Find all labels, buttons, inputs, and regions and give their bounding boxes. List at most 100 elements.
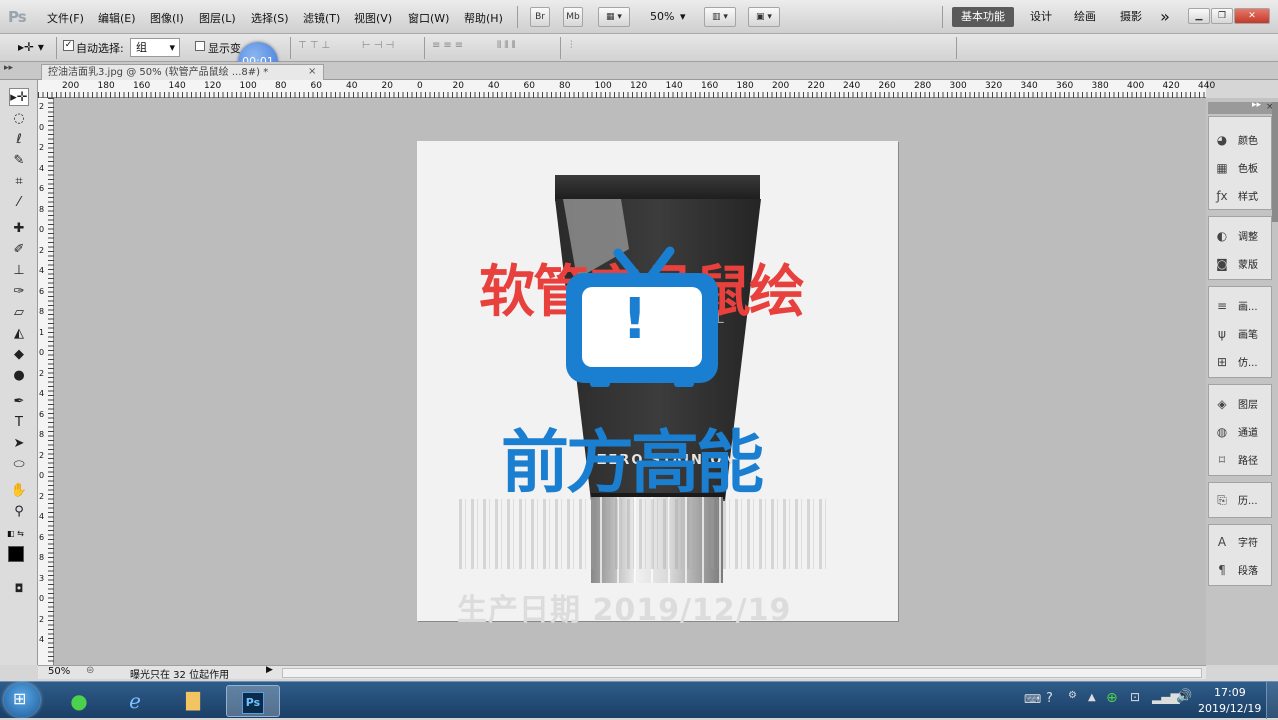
align-top-icons[interactable]: ⊤⊤⊥ [298, 40, 333, 51]
path-select-tool-icon[interactable]: ➤ [9, 435, 29, 453]
tray-app-icon[interactable]: ⊡ [1130, 690, 1140, 704]
panel-item-clone-source[interactable]: ⊞ 仿... [1212, 350, 1258, 374]
dodge-tool-icon[interactable]: ● [9, 367, 29, 385]
tray-settings-icon[interactable]: ⚙ [1068, 690, 1077, 701]
foreground-color-swatch[interactable] [8, 546, 24, 562]
workspace-painting[interactable]: 绘画 [1068, 7, 1102, 27]
zoom-dropdown-icon[interactable]: ▾ [680, 10, 686, 23]
view-extras-button[interactable]: ▦ ▾ [598, 7, 630, 27]
clock-time[interactable]: 17:09 [1214, 686, 1246, 699]
ruler-h-label: 100 [239, 81, 257, 91]
healing-brush-tool-icon[interactable]: ✚ [9, 220, 29, 238]
menu-file[interactable]: 文件(F) [47, 10, 84, 26]
panel-item-styles[interactable]: ƒx 样式 [1212, 184, 1258, 208]
clock-date[interactable]: 2019/12/19 [1198, 702, 1261, 715]
show-transform-checkbox[interactable] [195, 41, 205, 51]
auto-align-icon[interactable]: ⫶ [570, 40, 576, 51]
menu-filter[interactable]: 滤镜(T) [303, 10, 340, 26]
panel-item-label: 画笔 [1238, 330, 1258, 341]
hand-tool-icon[interactable]: ✋ [9, 482, 29, 500]
zoom-tool-icon[interactable]: ⚲ [9, 503, 29, 521]
workspace-photography[interactable]: 摄影 [1114, 7, 1148, 27]
start-button[interactable]: ⊞ [4, 683, 40, 717]
volume-icon[interactable]: 🔊 [1176, 689, 1192, 704]
menu-edit[interactable]: 编辑(E) [98, 10, 136, 26]
restore-button[interactable]: ❐ [1211, 8, 1233, 24]
panel-item-adjust[interactable]: ◐ 调整 [1212, 224, 1258, 248]
zoom-level[interactable]: 50% [650, 10, 674, 23]
marquee-tool-icon[interactable]: ◌ [9, 110, 29, 128]
brush-tool-icon[interactable]: ✐ [9, 241, 29, 259]
panel-item-brush[interactable]: ψ 画笔 [1212, 322, 1258, 346]
help-tray-icon[interactable]: ? [1046, 691, 1053, 706]
status-zoom[interactable]: 50% [48, 666, 70, 677]
move-tool-icon[interactable]: ▸✛ [9, 88, 29, 106]
arrange-docs-button[interactable]: ▥ ▾ [704, 7, 736, 27]
show-hidden-icons[interactable]: ▲ [1088, 692, 1096, 703]
eraser-tool-icon[interactable]: ▱ [9, 304, 29, 322]
taskbar-ie[interactable]: ℯ [108, 685, 162, 717]
paint-bucket-tool-icon[interactable]: ◭ [9, 325, 29, 343]
panel-dock-header[interactable]: ▸▸ [1208, 100, 1272, 114]
menu-help[interactable]: 帮助(H) [464, 10, 503, 26]
taskbar-photoshop[interactable]: Ps [226, 685, 280, 717]
taskbar-explorer[interactable]: ▇ [166, 685, 220, 717]
blur-tool-icon[interactable]: ◆ [9, 346, 29, 364]
quick-select-tool-icon[interactable]: ✎ [9, 152, 29, 170]
status-menu-arrow-icon[interactable]: ▶ [266, 665, 273, 675]
workspace-essentials[interactable]: 基本功能 [952, 7, 1014, 27]
quick-mask-icon[interactable]: ◘ [9, 580, 29, 598]
minimize-button[interactable]: ▁ [1188, 8, 1210, 24]
panel-item-paragraph[interactable]: ¶ 段落 [1212, 558, 1258, 582]
panel-item-character[interactable]: A 字符 [1212, 530, 1258, 554]
panel-item-brush-preset[interactable]: ≡ 画... [1212, 294, 1258, 318]
menu-layer[interactable]: 图层(L) [199, 10, 236, 26]
pen-tool-icon[interactable]: ✒ [9, 393, 29, 411]
shape-tool-icon[interactable]: ⬭ [9, 456, 29, 474]
history-brush-tool-icon[interactable]: ✑ [9, 283, 29, 301]
horizontal-scrollbar[interactable] [282, 668, 1202, 678]
menu-view[interactable]: 视图(V) [354, 10, 392, 26]
default-colors-icon[interactable]: ◧ ⇆ [7, 529, 24, 538]
show-desktop-button[interactable] [1266, 682, 1278, 719]
panel-item-history[interactable]: ⎘ 历... [1212, 488, 1257, 512]
distribute-vertical-icons[interactable]: ≡≡≡ [432, 40, 466, 51]
panel-item-paths[interactable]: ⌑ 路径 [1212, 448, 1258, 472]
collapse-toolbox-icon[interactable]: ▸▸ [4, 63, 13, 73]
align-left-icons[interactable]: ⊢⊣⊣ [362, 40, 397, 51]
eyedropper-tool-icon[interactable]: ⁄ [9, 194, 29, 212]
menu-image[interactable]: 图像(I) [150, 10, 184, 26]
panel-item-swatches[interactable]: ▦ 色板 [1212, 156, 1258, 180]
document-tab[interactable]: 控油洁面乳3.jpg @ 50% (软管产品鼠绘 ...8#) * [41, 64, 324, 80]
distribute-horizontal-icons[interactable]: ⫴⫴⫴ [497, 40, 519, 51]
menu-window[interactable]: 窗口(W) [408, 10, 449, 26]
screen-mode-button[interactable]: ▣ ▾ [748, 7, 780, 27]
crop-tool-icon[interactable]: ⌗ [9, 173, 29, 191]
workspace-design[interactable]: 设计 [1024, 7, 1058, 27]
document-canvas[interactable]: 生产日期 2019/12/19 L ZERO STAIN ON 软管产品鼠绘 !… [417, 141, 898, 628]
stamp-tool-icon[interactable]: ⊥ [9, 262, 29, 280]
security-tray-icon[interactable]: ⊕ [1106, 690, 1118, 706]
close-tab-icon[interactable]: × [308, 66, 316, 77]
lasso-tool-icon[interactable]: ℓ [9, 131, 29, 149]
panel-scrollbar[interactable] [1272, 102, 1278, 222]
auto-select-dropdown[interactable]: 组 ▾ [130, 38, 180, 57]
collapse-panels-icon[interactable]: ▸▸ [1252, 100, 1261, 110]
menu-select[interactable]: 选择(S) [251, 10, 289, 26]
auto-select-checkbox[interactable]: ✓ [63, 40, 74, 51]
move-tool-preset-icon[interactable]: ▸✛ ▾ [18, 40, 44, 54]
bridge-button[interactable]: Br [530, 7, 550, 27]
taskbar-app-360[interactable]: ● [52, 685, 106, 717]
type-tool-icon[interactable]: T [9, 414, 29, 432]
panel-item-mask[interactable]: ◙ 蒙版 [1212, 252, 1258, 276]
panel-item-layers[interactable]: ◈ 图层 [1212, 392, 1258, 416]
more-workspaces-icon[interactable]: » [1156, 7, 1174, 27]
panel-item-label: 色板 [1238, 164, 1258, 175]
status-info-icon[interactable]: ⊜ [86, 665, 94, 676]
close-window-button[interactable]: ✕ [1234, 8, 1270, 24]
mini-bridge-button[interactable]: Mb [563, 7, 583, 27]
panel-item-palette[interactable]: ◕ 颜色 [1212, 128, 1258, 152]
channels-icon: ◍ [1216, 425, 1228, 439]
panel-item-channels[interactable]: ◍ 通道 [1212, 420, 1258, 444]
keyboard-icon[interactable]: ⌨ [1024, 692, 1041, 706]
